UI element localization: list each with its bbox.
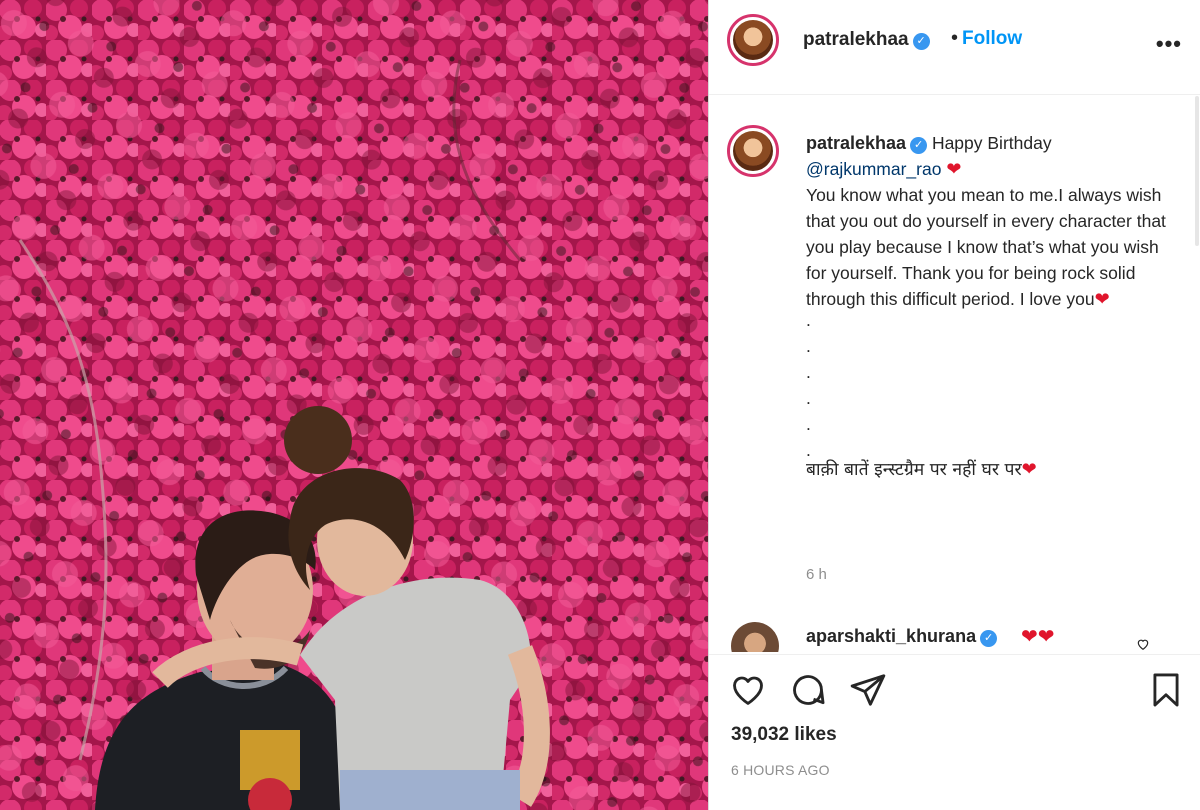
post-sidebar: patralekhaa ✓ • Follow ••• patralekhaa ✓ H… [708, 0, 1200, 810]
avatar[interactable] [727, 14, 779, 66]
caption-body: You know what you mean to me.I always wi… [806, 185, 1166, 309]
comment-text: ❤❤ [1021, 626, 1055, 648]
comment-like-icon[interactable] [1136, 637, 1150, 651]
more-icon[interactable]: ••• [1156, 31, 1182, 57]
heart-icon[interactable] [729, 671, 767, 709]
caption-dot: . [806, 440, 811, 460]
comment-icon[interactable] [789, 671, 827, 709]
caption-dot: . [806, 414, 811, 434]
mention-link[interactable]: @rajkummar_rao [806, 159, 941, 179]
follow-button[interactable]: Follow [962, 28, 1022, 50]
photo-image [0, 0, 708, 810]
post-caption: patralekhaa ✓ Happy Birthday @rajkummar_r… [806, 130, 1166, 483]
caption-hindi: बाक़ी बातें इन्स्टग्रैम पर नहीं घर पर [806, 460, 1022, 480]
scrollbar[interactable] [1195, 96, 1199, 246]
heart-emoji-icon: ❤ [946, 159, 962, 179]
header-username[interactable]: patralekhaa ✓ [803, 29, 930, 51]
comment-username-text[interactable]: aparshakti_khurana [806, 626, 976, 646]
heart-emoji-icon: ❤ [1094, 289, 1110, 309]
post-timestamp[interactable]: 6 HOURS AGO [731, 762, 830, 778]
verified-badge-icon: ✓ [912, 33, 930, 50]
comment-username[interactable]: aparshakti_khurana ✓ [806, 626, 998, 647]
action-bar: 39,032 likes 6 HOURS AGO [709, 654, 1200, 810]
caption-greeting: Happy Birthday [931, 133, 1052, 153]
caption-dot: . [806, 310, 811, 330]
caption-timestamp[interactable]: 6 h [806, 566, 827, 583]
caption-username-text[interactable]: patralekhaa [806, 133, 906, 153]
caption-dot: . [806, 388, 811, 408]
comment-avatar[interactable] [731, 622, 779, 652]
share-icon[interactable] [849, 671, 887, 709]
post-header: patralekhaa ✓ • Follow ••• [709, 0, 1200, 95]
verified-badge-icon: ✓ [910, 137, 928, 154]
verified-badge-icon: ✓ [980, 630, 998, 647]
bookmark-icon[interactable] [1147, 671, 1185, 709]
caption-avatar[interactable] [727, 125, 779, 177]
caption-username[interactable]: patralekhaa ✓ [806, 133, 928, 154]
post-photo[interactable] [0, 0, 708, 810]
caption-dot: . [806, 362, 811, 382]
username-text[interactable]: patralekhaa [803, 29, 909, 50]
separator-dot: • [951, 27, 959, 49]
likes-count[interactable]: 39,032 likes [731, 724, 837, 746]
heart-emoji-icon: ❤ [1021, 459, 1037, 479]
caption-dot: . [806, 336, 811, 356]
